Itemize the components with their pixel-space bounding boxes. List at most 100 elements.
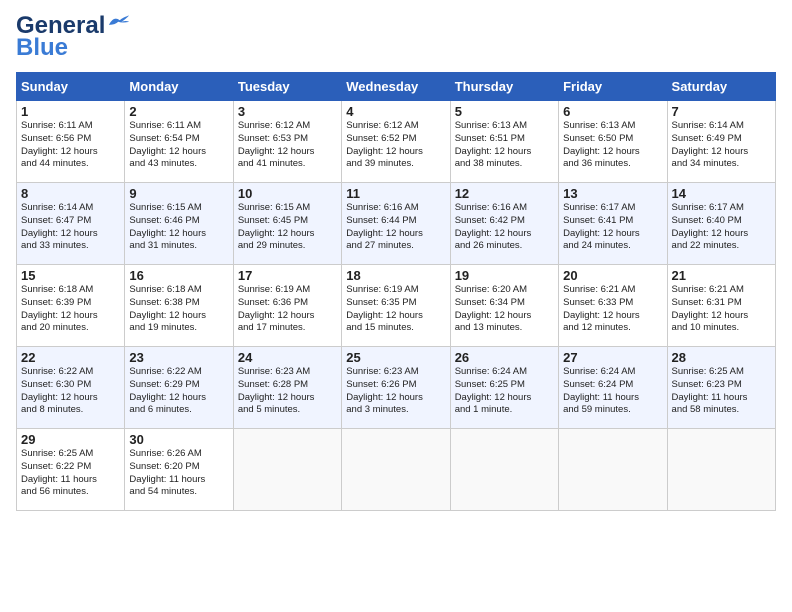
calendar-day-cell: 28Sunrise: 6:25 AM Sunset: 6:23 PM Dayli… <box>667 347 775 429</box>
calendar-week-row: 8Sunrise: 6:14 AM Sunset: 6:47 PM Daylig… <box>17 183 776 265</box>
calendar-week-row: 1Sunrise: 6:11 AM Sunset: 6:56 PM Daylig… <box>17 101 776 183</box>
day-number: 3 <box>238 104 337 119</box>
day-info: Sunrise: 6:13 AM Sunset: 6:50 PM Dayligh… <box>563 120 662 171</box>
day-number: 6 <box>563 104 662 119</box>
day-number: 5 <box>455 104 554 119</box>
day-number: 13 <box>563 186 662 201</box>
day-info: Sunrise: 6:22 AM Sunset: 6:29 PM Dayligh… <box>129 366 228 417</box>
calendar-day-cell: 27Sunrise: 6:24 AM Sunset: 6:24 PM Dayli… <box>559 347 667 429</box>
calendar-body: 1Sunrise: 6:11 AM Sunset: 6:56 PM Daylig… <box>17 101 776 511</box>
day-number: 10 <box>238 186 337 201</box>
calendar-day-cell: 13Sunrise: 6:17 AM Sunset: 6:41 PM Dayli… <box>559 183 667 265</box>
day-number: 22 <box>21 350 120 365</box>
day-number: 26 <box>455 350 554 365</box>
calendar-day-cell: 4Sunrise: 6:12 AM Sunset: 6:52 PM Daylig… <box>342 101 450 183</box>
calendar-day-cell: 7Sunrise: 6:14 AM Sunset: 6:49 PM Daylig… <box>667 101 775 183</box>
calendar-day-cell: 11Sunrise: 6:16 AM Sunset: 6:44 PM Dayli… <box>342 183 450 265</box>
calendar-day-cell <box>342 429 450 511</box>
day-number: 16 <box>129 268 228 283</box>
day-info: Sunrise: 6:22 AM Sunset: 6:30 PM Dayligh… <box>21 366 120 417</box>
day-number: 17 <box>238 268 337 283</box>
day-info: Sunrise: 6:25 AM Sunset: 6:23 PM Dayligh… <box>672 366 771 417</box>
calendar-day-cell: 17Sunrise: 6:19 AM Sunset: 6:36 PM Dayli… <box>233 265 341 347</box>
day-number: 15 <box>21 268 120 283</box>
day-number: 1 <box>21 104 120 119</box>
day-info: Sunrise: 6:23 AM Sunset: 6:26 PM Dayligh… <box>346 366 445 417</box>
calendar-day-cell: 19Sunrise: 6:20 AM Sunset: 6:34 PM Dayli… <box>450 265 558 347</box>
weekday-header-tuesday: Tuesday <box>233 73 341 101</box>
day-info: Sunrise: 6:26 AM Sunset: 6:20 PM Dayligh… <box>129 448 228 499</box>
header: General Blue <box>16 12 776 62</box>
calendar-day-cell: 10Sunrise: 6:15 AM Sunset: 6:45 PM Dayli… <box>233 183 341 265</box>
calendar-day-cell: 5Sunrise: 6:13 AM Sunset: 6:51 PM Daylig… <box>450 101 558 183</box>
calendar-day-cell: 25Sunrise: 6:23 AM Sunset: 6:26 PM Dayli… <box>342 347 450 429</box>
calendar-day-cell: 3Sunrise: 6:12 AM Sunset: 6:53 PM Daylig… <box>233 101 341 183</box>
day-info: Sunrise: 6:17 AM Sunset: 6:41 PM Dayligh… <box>563 202 662 253</box>
calendar-day-cell <box>233 429 341 511</box>
day-number: 18 <box>346 268 445 283</box>
logo-blue: Blue <box>16 34 68 62</box>
day-number: 30 <box>129 432 228 447</box>
weekday-header-thursday: Thursday <box>450 73 558 101</box>
logo-bird-icon <box>107 14 131 28</box>
calendar-day-cell: 12Sunrise: 6:16 AM Sunset: 6:42 PM Dayli… <box>450 183 558 265</box>
calendar-day-cell: 20Sunrise: 6:21 AM Sunset: 6:33 PM Dayli… <box>559 265 667 347</box>
calendar-day-cell: 9Sunrise: 6:15 AM Sunset: 6:46 PM Daylig… <box>125 183 233 265</box>
day-number: 25 <box>346 350 445 365</box>
day-info: Sunrise: 6:25 AM Sunset: 6:22 PM Dayligh… <box>21 448 120 499</box>
day-info: Sunrise: 6:18 AM Sunset: 6:39 PM Dayligh… <box>21 284 120 335</box>
day-info: Sunrise: 6:13 AM Sunset: 6:51 PM Dayligh… <box>455 120 554 171</box>
day-info: Sunrise: 6:11 AM Sunset: 6:54 PM Dayligh… <box>129 120 228 171</box>
day-info: Sunrise: 6:12 AM Sunset: 6:52 PM Dayligh… <box>346 120 445 171</box>
calendar-week-row: 29Sunrise: 6:25 AM Sunset: 6:22 PM Dayli… <box>17 429 776 511</box>
calendar-day-cell <box>559 429 667 511</box>
weekday-header-saturday: Saturday <box>667 73 775 101</box>
day-info: Sunrise: 6:24 AM Sunset: 6:25 PM Dayligh… <box>455 366 554 417</box>
calendar-week-row: 22Sunrise: 6:22 AM Sunset: 6:30 PM Dayli… <box>17 347 776 429</box>
day-info: Sunrise: 6:19 AM Sunset: 6:36 PM Dayligh… <box>238 284 337 335</box>
day-number: 19 <box>455 268 554 283</box>
calendar-day-cell: 23Sunrise: 6:22 AM Sunset: 6:29 PM Dayli… <box>125 347 233 429</box>
calendar-day-cell <box>450 429 558 511</box>
weekday-header-friday: Friday <box>559 73 667 101</box>
day-info: Sunrise: 6:11 AM Sunset: 6:56 PM Dayligh… <box>21 120 120 171</box>
calendar-day-cell: 1Sunrise: 6:11 AM Sunset: 6:56 PM Daylig… <box>17 101 125 183</box>
day-info: Sunrise: 6:24 AM Sunset: 6:24 PM Dayligh… <box>563 366 662 417</box>
day-number: 9 <box>129 186 228 201</box>
day-number: 7 <box>672 104 771 119</box>
calendar-day-cell: 30Sunrise: 6:26 AM Sunset: 6:20 PM Dayli… <box>125 429 233 511</box>
day-info: Sunrise: 6:17 AM Sunset: 6:40 PM Dayligh… <box>672 202 771 253</box>
logo: General Blue <box>16 12 131 62</box>
calendar-day-cell: 18Sunrise: 6:19 AM Sunset: 6:35 PM Dayli… <box>342 265 450 347</box>
calendar-table: SundayMondayTuesdayWednesdayThursdayFrid… <box>16 72 776 511</box>
calendar-week-row: 15Sunrise: 6:18 AM Sunset: 6:39 PM Dayli… <box>17 265 776 347</box>
day-info: Sunrise: 6:14 AM Sunset: 6:49 PM Dayligh… <box>672 120 771 171</box>
weekday-header-wednesday: Wednesday <box>342 73 450 101</box>
day-number: 20 <box>563 268 662 283</box>
weekday-header-monday: Monday <box>125 73 233 101</box>
weekday-header-row: SundayMondayTuesdayWednesdayThursdayFrid… <box>17 73 776 101</box>
day-info: Sunrise: 6:12 AM Sunset: 6:53 PM Dayligh… <box>238 120 337 171</box>
calendar-day-cell: 26Sunrise: 6:24 AM Sunset: 6:25 PM Dayli… <box>450 347 558 429</box>
calendar-day-cell: 8Sunrise: 6:14 AM Sunset: 6:47 PM Daylig… <box>17 183 125 265</box>
day-number: 23 <box>129 350 228 365</box>
day-info: Sunrise: 6:15 AM Sunset: 6:45 PM Dayligh… <box>238 202 337 253</box>
calendar-day-cell: 6Sunrise: 6:13 AM Sunset: 6:50 PM Daylig… <box>559 101 667 183</box>
day-number: 21 <box>672 268 771 283</box>
day-number: 14 <box>672 186 771 201</box>
day-number: 4 <box>346 104 445 119</box>
calendar-day-cell: 16Sunrise: 6:18 AM Sunset: 6:38 PM Dayli… <box>125 265 233 347</box>
day-info: Sunrise: 6:20 AM Sunset: 6:34 PM Dayligh… <box>455 284 554 335</box>
day-number: 11 <box>346 186 445 201</box>
day-number: 8 <box>21 186 120 201</box>
calendar-day-cell: 14Sunrise: 6:17 AM Sunset: 6:40 PM Dayli… <box>667 183 775 265</box>
day-number: 12 <box>455 186 554 201</box>
day-number: 27 <box>563 350 662 365</box>
calendar-day-cell: 2Sunrise: 6:11 AM Sunset: 6:54 PM Daylig… <box>125 101 233 183</box>
calendar-day-cell: 29Sunrise: 6:25 AM Sunset: 6:22 PM Dayli… <box>17 429 125 511</box>
day-info: Sunrise: 6:23 AM Sunset: 6:28 PM Dayligh… <box>238 366 337 417</box>
calendar-day-cell <box>667 429 775 511</box>
day-info: Sunrise: 6:19 AM Sunset: 6:35 PM Dayligh… <box>346 284 445 335</box>
day-number: 29 <box>21 432 120 447</box>
day-info: Sunrise: 6:18 AM Sunset: 6:38 PM Dayligh… <box>129 284 228 335</box>
